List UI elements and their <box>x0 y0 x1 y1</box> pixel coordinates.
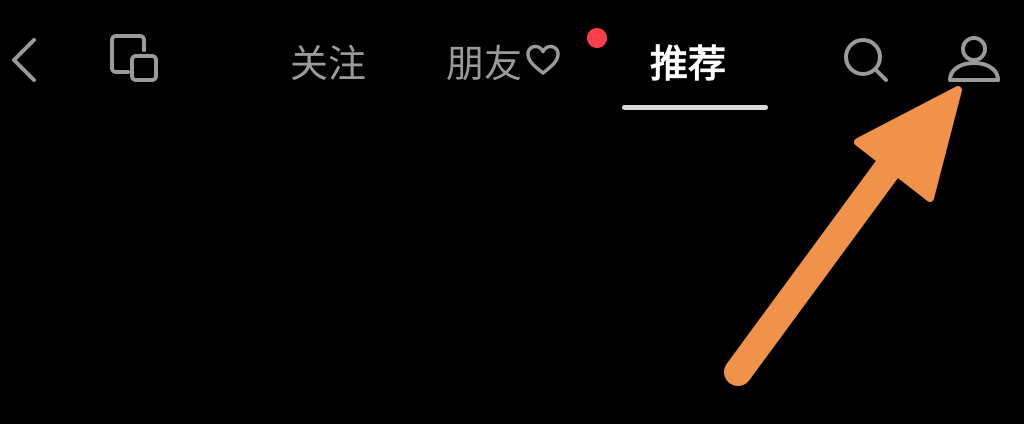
tab-recommend-label: 推荐 <box>650 42 727 86</box>
tab-follow[interactable]: 关注 <box>290 38 366 90</box>
floating-window-button[interactable] <box>106 30 164 88</box>
notification-dot <box>587 28 607 48</box>
heart-icon <box>524 38 562 90</box>
search-icon <box>844 38 888 82</box>
tab-follow-label: 关注 <box>290 42 367 86</box>
top-navigation-bar: 关注 朋友 推荐 <box>0 0 1024 120</box>
person-icon <box>948 36 1000 82</box>
picture-in-picture-icon <box>110 34 158 82</box>
active-tab-indicator <box>622 105 768 110</box>
search-button[interactable] <box>838 32 894 88</box>
tab-friends-label: 朋友 <box>446 42 523 86</box>
tab-recommend[interactable]: 推荐 <box>650 38 726 90</box>
tab-friends[interactable]: 朋友 <box>446 38 562 90</box>
back-button[interactable] <box>6 34 46 86</box>
chevron-left-icon <box>12 38 36 82</box>
profile-button[interactable] <box>944 30 1004 90</box>
